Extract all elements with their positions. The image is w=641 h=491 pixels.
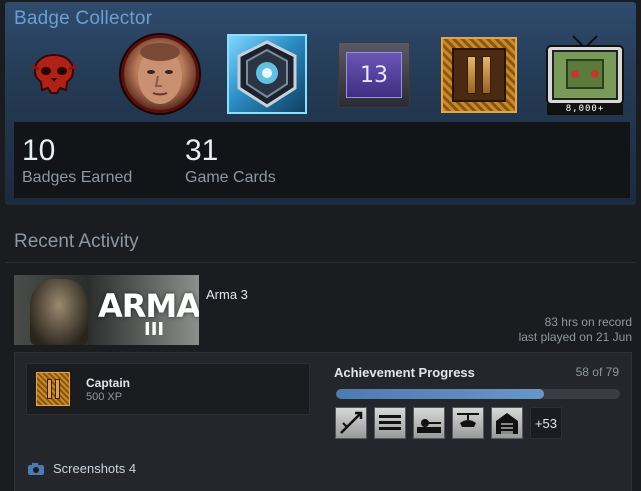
- section-divider: [5, 262, 636, 263]
- xp-badge-icon: [36, 372, 70, 406]
- achievement-2-icon[interactable]: [374, 407, 406, 439]
- gold-bar-left: [467, 56, 476, 94]
- badges-earned-stat[interactable]: 10 Badges Earned: [22, 134, 132, 187]
- gold-bar-right: [482, 56, 491, 94]
- level-badge-number: 13: [346, 52, 402, 98]
- screenshots-label: Screenshots 4: [53, 461, 137, 476]
- recent-game-row: ARMA III Arma 3 83 hrs on record last pl…: [14, 275, 632, 345]
- game-capsule-image[interactable]: ARMA III: [14, 275, 199, 345]
- achievement-progress-title[interactable]: Achievement Progress: [334, 365, 475, 380]
- game-details-panel: Captain 500 XP Achievement Progress 58 o…: [14, 352, 632, 491]
- recent-activity-title: Recent Activity: [14, 231, 139, 252]
- achievement-icons-row: +53: [335, 407, 562, 439]
- avatar-badge[interactable]: [121, 35, 199, 113]
- gold-badge-inner: [452, 48, 506, 102]
- game-playtime: 83 hrs on record last played on 21 Jun: [519, 315, 632, 345]
- level-badge[interactable]: 13: [338, 42, 410, 108]
- capsule-numeral: III: [144, 319, 165, 340]
- xp-points: 500 XP: [86, 391, 123, 403]
- game-cards-stat[interactable]: 31 Game Cards: [185, 134, 276, 187]
- xp-level-name: Captain: [86, 376, 131, 390]
- badge-collector-showcase: Badge Collector 13 8,000+ 10 Badges Earn…: [5, 2, 636, 205]
- achievement-1-icon[interactable]: [335, 407, 367, 439]
- gold-badge[interactable]: [441, 37, 517, 113]
- achievement-progress-bar: [336, 389, 620, 399]
- shield-icon: [237, 40, 297, 108]
- badge-stats-panel: 10 Badges Earned 31 Game Cards: [14, 122, 630, 198]
- xp-bar-left: [46, 379, 52, 399]
- screenshots-row[interactable]: Screenshots 4: [27, 461, 136, 476]
- game-xp-box[interactable]: Captain 500 XP: [26, 363, 310, 415]
- skull-icon: [30, 53, 78, 94]
- achievement-progress-fill: [336, 389, 545, 399]
- showcase-title: Badge Collector: [14, 8, 153, 29]
- game-cards-label: Game Cards: [185, 169, 276, 186]
- achievement-count: 58 of 79: [575, 365, 619, 379]
- achievement-4-icon[interactable]: [452, 407, 484, 439]
- tv-badge-label: 8,000+: [565, 104, 605, 114]
- badges-earned-label: Badges Earned: [22, 169, 133, 186]
- skull-badge[interactable]: [29, 52, 79, 96]
- hours-on-record: 83 hrs on record: [544, 315, 632, 329]
- last-played: last played on 21 Jun: [518, 330, 632, 344]
- badges-earned-value: 10: [22, 134, 56, 167]
- face-icon: [138, 43, 182, 104]
- achievement-3-icon[interactable]: [413, 407, 445, 439]
- xp-bar-right: [54, 379, 60, 399]
- hex-badge[interactable]: [227, 34, 307, 114]
- game-cards-value: 31: [185, 134, 219, 167]
- tv-badge[interactable]: 8,000+: [545, 34, 625, 116]
- soldier-figure: [30, 279, 88, 345]
- achievement-5-icon[interactable]: [491, 407, 523, 439]
- game-name-link[interactable]: Arma 3: [206, 287, 248, 302]
- more-achievements-button[interactable]: +53: [530, 407, 562, 439]
- camera-icon: [28, 462, 44, 475]
